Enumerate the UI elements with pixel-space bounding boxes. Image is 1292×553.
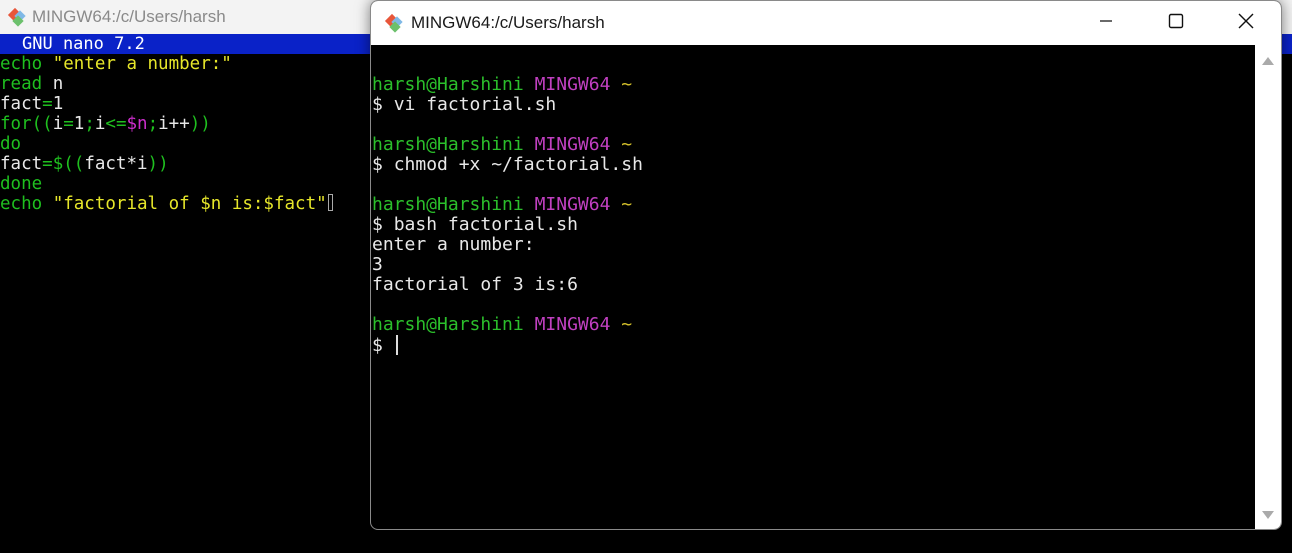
minimize-button[interactable] [1071,1,1141,45]
output-line: enter a number: [372,234,535,255]
code-line: fact=$((fact*i)) [0,154,333,174]
prompt-symbol: $ [372,214,383,235]
nano-window-title: MINGW64:/c/Users/harsh [32,7,226,26]
scroll-down-arrow-icon[interactable] [1262,511,1274,519]
prompt-directory: ~ [621,194,633,215]
maximize-button[interactable] [1141,1,1211,45]
prompt-user: harsh@Harshini [372,314,524,335]
output-line: factorial of 3 is:6 [372,274,578,295]
code-line: read n [0,74,333,94]
terminal-window: MINGW64:/c/Users/harsh harsh@Harshini MI… [370,0,1282,530]
prompt-line: harsh@Harshini MINGW64 ~ [372,315,1252,335]
scroll-up-arrow-icon[interactable] [1262,57,1274,65]
terminal-window-title: MINGW64:/c/Users/harsh [411,13,605,32]
prompt-line: harsh@Harshini MINGW64 ~ [372,135,1252,155]
prompt-host: MINGW64 [534,194,611,215]
code-token: echo [0,194,43,214]
prompt-line: harsh@Harshini MINGW64 ~ [372,195,1252,215]
git-bash-icon [383,12,405,34]
code-token: "enter a number:" [52,54,232,74]
maximize-icon [1168,13,1184,34]
prompt-symbol: $ [372,94,383,115]
nano-editor[interactable]: echo "enter a number:" read n fact=1 for((i… [0,54,333,214]
scrollbar[interactable] [1255,45,1281,529]
code-token: i++ [158,114,190,134]
code-line: for((i=1;i<=$n;i++)) [0,114,333,134]
command-line: $ bash factorial.sh [372,215,1252,235]
prompt-host: MINGW64 [534,134,611,155]
code-token: n [42,74,64,94]
prompt-line: harsh@Harshini MINGW64 ~ [372,75,1252,95]
code-token: ; [84,114,95,134]
code-token: <= [105,114,127,134]
output-line: 3 [372,254,383,275]
code-token: = [42,154,53,174]
code-token: 1 [73,114,85,134]
prompt-symbol: $ [372,154,383,175]
code-token: for(( [0,114,53,134]
code-token: )) [147,154,169,174]
code-token: i [52,114,64,134]
close-button[interactable] [1211,1,1281,45]
code-token: done [0,174,43,194]
code-token: fact [0,154,43,174]
code-token: ; [147,114,159,134]
terminal-titlebar[interactable]: MINGW64:/c/Users/harsh [371,1,1281,45]
command-text: chmod +x ~/factorial.sh [393,154,643,175]
command-line: $ chmod +x ~/factorial.sh [372,155,1252,175]
terminal-cursor[interactable] [395,335,398,355]
terminal-output[interactable]: harsh@Harshini MINGW64 ~ $ vi factorial.s… [372,55,1252,356]
code-token: $(( [52,154,85,174]
code-token: do [0,134,22,154]
code-token: $n [126,114,148,134]
code-token: read [0,74,43,94]
prompt-directory: ~ [621,134,633,155]
prompt-user: harsh@Harshini [372,194,524,215]
command-text: bash factorial.sh [393,214,578,235]
code-token: = [63,114,74,134]
code-token: fact*i [84,154,148,174]
code-line: done [0,174,333,194]
code-token: = [42,94,53,114]
command-line: $ vi factorial.sh [372,95,1252,115]
prompt-symbol: $ [372,335,383,356]
code-token: 1 [52,94,64,114]
command-line: $ [372,335,1252,356]
git-bash-icon [6,6,28,28]
prompt-user: harsh@Harshini [372,74,524,95]
prompt-directory: ~ [621,314,633,335]
minimize-icon [1099,14,1113,33]
code-token: echo [0,54,43,74]
code-token: i [94,114,106,134]
command-text: vi factorial.sh [393,94,557,115]
code-line: fact=1 [0,94,333,114]
code-line: echo "factorial of $n is:$fact" [0,194,333,214]
code-line: echo "enter a number:" [0,54,333,74]
code-token: )) [189,114,211,134]
prompt-host: MINGW64 [534,314,611,335]
code-line: do [0,134,333,154]
text-cursor [327,194,333,211]
prompt-user: harsh@Harshini [372,134,524,155]
code-token: fact [0,94,43,114]
prompt-directory: ~ [621,74,633,95]
close-icon [1238,13,1254,34]
code-token: "factorial of $n is:$fact" [52,194,327,214]
prompt-host: MINGW64 [534,74,611,95]
